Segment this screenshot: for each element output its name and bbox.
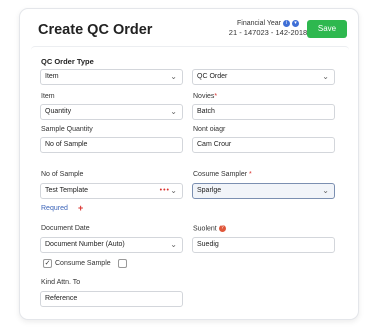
consume-sample-label: Consume Sample xyxy=(55,260,111,267)
novies-label: Novies* xyxy=(193,93,218,100)
no-of-sample-label: No of Sample xyxy=(41,171,84,178)
financial-year-value: 21 - 147023 - 142-2018 xyxy=(228,28,308,37)
item-value: Quantity xyxy=(45,108,72,115)
financial-year: Financial Year i ▾ 21 - 147023 - 142-201… xyxy=(222,20,314,37)
novies-input[interactable]: Batch xyxy=(192,104,335,120)
item-select[interactable]: Quantity ⌄ xyxy=(40,104,183,120)
save-button[interactable]: Save xyxy=(307,20,347,38)
qc-order-select[interactable]: QC Order ⌄ xyxy=(192,69,335,85)
sample-quantity-label: Sample Quantity xyxy=(41,126,93,133)
test-template-select[interactable]: Test Template ••• ⌄ xyxy=(40,183,183,199)
order-type-select[interactable]: Item ⌄ xyxy=(40,69,183,85)
qc-order-type-label: QC Order Type xyxy=(41,57,94,66)
chevron-down-icon: ⌄ xyxy=(170,107,177,116)
required-dots: ••• xyxy=(159,187,170,194)
chevron-down-icon: ⌄ xyxy=(322,72,329,81)
required-link[interactable]: Requred xyxy=(41,205,68,212)
item-label: Item xyxy=(41,93,55,100)
page-title: Create QC Order xyxy=(38,22,153,38)
document-date-label: Document Date xyxy=(41,225,90,232)
suolent-label: Suolent ? xyxy=(193,225,226,232)
chevron-down-icon: ⌄ xyxy=(170,240,177,249)
nont-label: Nont oiagr xyxy=(193,126,226,133)
chevron-down-icon: ⌄ xyxy=(170,72,177,81)
consume-sample-toggle[interactable] xyxy=(118,259,127,268)
consume-sampler-label: Cosume Sampler * xyxy=(193,171,252,178)
qc-order-value: QC Order xyxy=(197,73,228,80)
help-icon[interactable]: ? xyxy=(218,225,226,232)
consume-sampler-select[interactable]: Sparlge ⌄ xyxy=(192,183,335,199)
info-icon[interactable]: i xyxy=(282,20,290,27)
kind-attn-label: Kind Attn. To xyxy=(41,279,81,286)
add-icon[interactable]: + xyxy=(78,203,83,213)
qc-order-card: Create QC Order Financial Year i ▾ 21 - … xyxy=(19,8,359,320)
chevron-down-icon: ⌄ xyxy=(322,186,329,195)
nont-input[interactable]: Cam Crour xyxy=(192,137,335,153)
form-panel: QC Order Type Item ⌄ QC Order ⌄ Item Nov… xyxy=(31,46,349,316)
financial-year-label: Financial Year xyxy=(237,20,281,27)
kind-attn-input[interactable]: Reference xyxy=(40,291,183,307)
consume-sample-checkbox[interactable]: ✓ xyxy=(43,259,52,268)
calendar-icon[interactable]: ▾ xyxy=(291,20,299,27)
chevron-down-icon: ⌄ xyxy=(170,186,177,195)
order-type-value: Item xyxy=(45,73,59,80)
suolent-input[interactable]: Suedig xyxy=(192,237,335,253)
sample-quantity-input[interactable]: No of Sample xyxy=(40,137,183,153)
document-number-select[interactable]: Document Number (Auto) ⌄ xyxy=(40,237,183,253)
